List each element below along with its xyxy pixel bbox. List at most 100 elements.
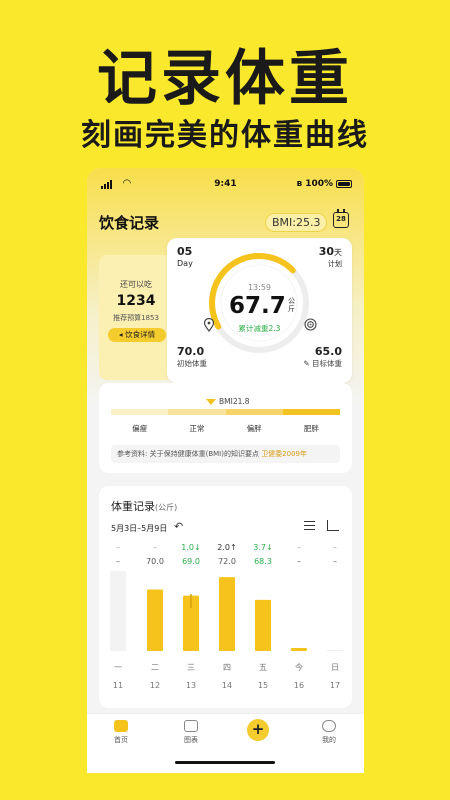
bmi-card: BMI21.8 偏瘦 正常 偏胖 肥胖 参考资料: 关于保持健康体重(BMI)的… — [99, 383, 352, 473]
bmi-segment — [282, 409, 340, 415]
weekday-label: 四 — [223, 663, 231, 672]
date-label: 16 — [294, 681, 304, 690]
value-label: 69.0 — [182, 557, 200, 566]
value-label: 68.3 — [254, 557, 272, 566]
bar[interactable] — [291, 648, 307, 651]
change-label: 1.0↓ — [181, 543, 200, 552]
bmi-segment — [225, 409, 283, 415]
triangle-marker-icon — [206, 398, 216, 405]
battery-icon — [336, 180, 352, 188]
record-title: 体重记录(公斤) — [111, 500, 178, 513]
tab-home[interactable]: 首页 — [101, 720, 141, 745]
food-remaining-card[interactable]: 还可以吃 1234 推荐预算1853 ◂ 饮食详情 — [99, 255, 173, 380]
promo-subtitle: 刻画完美的体重曲线 — [81, 118, 369, 153]
weekday-label: 今 — [295, 662, 303, 672]
target-icon — [304, 318, 317, 331]
reference-source: 卫健委2009年 — [261, 450, 308, 458]
target-weight[interactable]: 65.0 ✎ 目标体重 — [303, 346, 342, 370]
add-record-button[interactable]: + — [247, 719, 269, 741]
battery-label: 100% — [305, 179, 333, 189]
food-remaining-value: 1234 — [116, 293, 156, 309]
food-budget: 推荐预算1853 — [113, 314, 159, 322]
target-weight-label: ✎ 目标体重 — [303, 359, 342, 368]
bmi-scale-bar — [111, 409, 340, 415]
chart-view-icon[interactable] — [327, 520, 339, 531]
location-pin-icon — [203, 318, 215, 332]
value-label: 70.0 — [146, 557, 164, 566]
change-label: – — [116, 543, 120, 552]
initial-weight: 70.0 初始体重 — [177, 346, 207, 370]
current-weight[interactable]: 67.7 — [229, 293, 286, 319]
weekday-label: 三 — [187, 663, 195, 672]
day-number: 05 — [177, 245, 193, 258]
target-weight-value: 65.0 — [314, 345, 342, 358]
initial-weight-label: 初始体重 — [177, 359, 207, 368]
phone-screen: ◠ 9:41 ʙ 100% 饮食记录 BMI:25.3 28 还可以吃 1234… — [87, 168, 364, 773]
day-label: Day — [177, 259, 193, 268]
value-label: – — [333, 557, 337, 566]
bar[interactable] — [255, 599, 271, 651]
home-indicator — [175, 761, 275, 764]
edit-icon: ✎ — [303, 359, 312, 368]
status-bar: ◠ 9:41 ʙ 100% — [87, 178, 364, 192]
weekday-label: 日 — [331, 663, 339, 672]
bmi-segment — [111, 409, 169, 415]
plan-number: 30 — [318, 245, 334, 258]
chart-tab-icon — [184, 720, 198, 732]
bmi-segment — [168, 409, 226, 415]
promo-title: 记录体重 — [97, 44, 353, 114]
tab-chart[interactable]: 图表 — [171, 720, 211, 745]
weight-unit: 公斤 — [288, 297, 295, 313]
date-label: 11 — [113, 681, 123, 690]
weight-record-card: 体重记录(公斤) 5月3日–5月9日 ↶ – – 一 11 – 70.0 二 12 1.0↓ 69… — [99, 486, 352, 708]
value-label: – — [297, 557, 301, 566]
food-detail-button[interactable]: ◂ 饮食详情 — [108, 328, 166, 342]
date-label: 15 — [258, 681, 268, 690]
date-label: 17 — [330, 681, 340, 690]
plan-unit: 天 — [334, 248, 342, 257]
record-time: 13:59 — [247, 283, 272, 292]
cumulative-loss: 累计减重2.3 — [238, 324, 281, 333]
bar[interactable] — [219, 577, 235, 651]
plan-counter: 30天 计划 — [319, 246, 342, 270]
change-label: – — [297, 543, 301, 552]
profile-icon — [322, 720, 336, 732]
value-label: 72.0 — [218, 557, 236, 566]
date-label: 13 — [186, 681, 196, 690]
change-label: – — [153, 543, 157, 552]
bmi-marker: BMI21.8 — [206, 397, 250, 406]
bmi-reference[interactable]: 参考资料: 关于保持健康体重(BMI)的知识要点 卫健委2009年 — [111, 445, 340, 463]
day-counter: 05 Day — [177, 246, 193, 269]
reset-icon[interactable]: ↶ — [174, 520, 183, 533]
weekday-label: 一 — [114, 663, 122, 672]
bmi-label-obese: 肥胖 — [303, 424, 319, 433]
tab-bar: 首页 图表 + 我的 — [87, 713, 364, 773]
bar[interactable] — [327, 650, 343, 651]
bmi-label-normal: 正常 — [189, 424, 205, 433]
change-label: 3.7↓ — [253, 543, 272, 552]
weekday-label: 二 — [151, 663, 159, 672]
value-label: – — [116, 557, 120, 566]
change-label: 2.0↑ — [217, 543, 236, 552]
home-icon — [114, 720, 128, 732]
weight-card: 05 Day 30天 计划 13:59 67.7 公斤 累计减重2.3 70.0… — [167, 238, 352, 383]
change-label: – — [333, 543, 337, 552]
tab-me[interactable]: 我的 — [309, 720, 349, 745]
food-remaining-label: 还可以吃 — [120, 280, 152, 289]
date-range[interactable]: 5月3日–5月9日 — [111, 523, 167, 534]
bmi-labels: 偏瘦 正常 偏胖 肥胖 — [111, 423, 340, 434]
bmi-badge[interactable]: BMI:25.3 — [265, 213, 328, 232]
list-view-icon[interactable] — [304, 521, 315, 530]
initial-weight-value: 70.0 — [177, 345, 205, 358]
bar[interactable] — [147, 589, 163, 651]
page-title: 饮食记录 — [99, 214, 160, 232]
date-label: 14 — [222, 681, 232, 690]
calendar-icon[interactable]: 28 — [333, 209, 349, 228]
bmi-label-overweight: 偏胖 — [246, 424, 262, 433]
weight-bar-chart: – – 一 11 – 70.0 二 12 1.0↓ 69.0 三 13 2.0↑ 72.0 四 14 3.7↓ 6… — [110, 543, 343, 690]
bluetooth-icon: ʙ — [296, 179, 303, 189]
plan-label: 计划 — [328, 260, 342, 268]
date-label: 12 — [150, 681, 160, 690]
bar[interactable] — [110, 571, 126, 651]
bmi-label-underweight: 偏瘦 — [132, 424, 148, 433]
